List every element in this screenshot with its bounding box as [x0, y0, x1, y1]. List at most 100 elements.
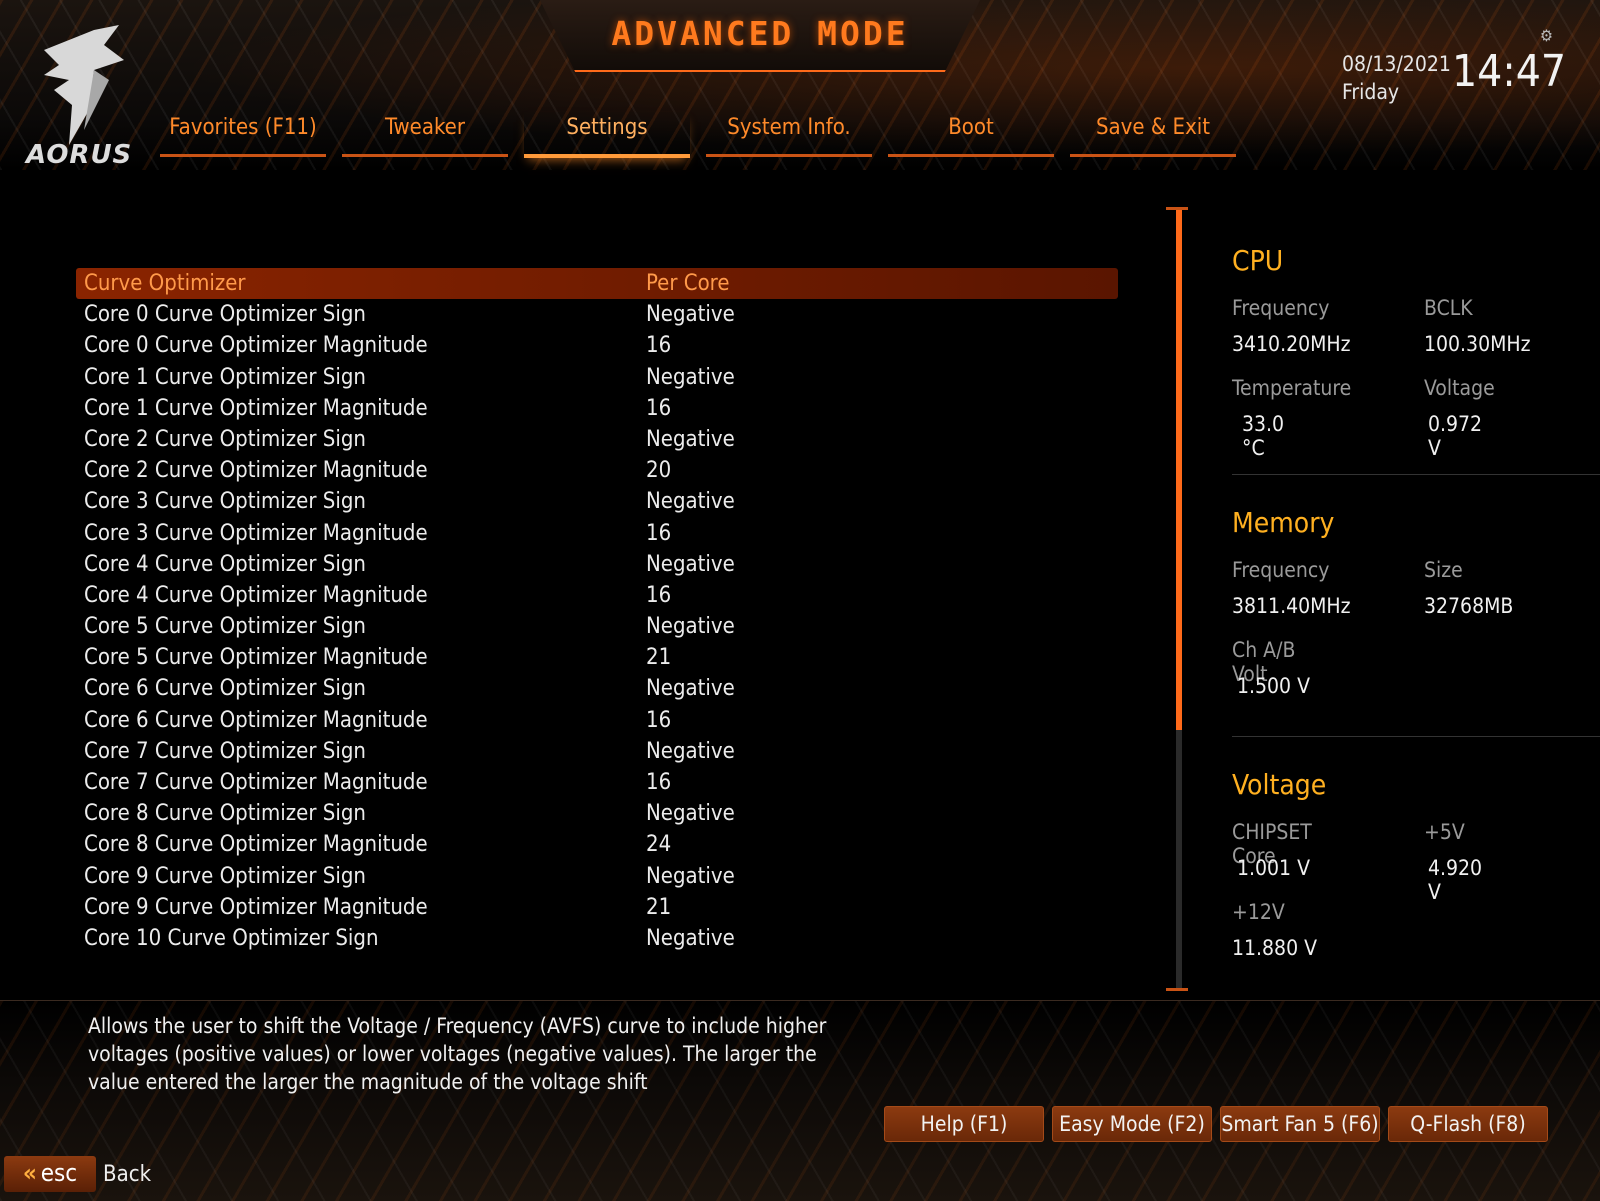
setting-label: Core 3 Curve Optimizer Sign: [84, 489, 366, 515]
setting-value[interactable]: Negative: [646, 923, 735, 954]
date-text: 08/13/2021: [1342, 52, 1451, 76]
setting-label: Core 1 Curve Optimizer Magnitude: [84, 395, 428, 421]
setting-label: Core 5 Curve Optimizer Sign: [84, 614, 366, 640]
cpu-title: CPU: [1232, 244, 1284, 277]
tab-tweaker[interactable]: Tweaker: [342, 112, 508, 157]
easy-mode-button[interactable]: Easy Mode (F2): [1052, 1106, 1212, 1142]
memory-frequency-value: 3811.40MHz: [1232, 594, 1351, 618]
memory-size-value: 32768MB: [1424, 594, 1514, 618]
voltage-section: Voltage CHIPSET Core 1.001 V +5V 4.920 V…: [1232, 768, 1482, 960]
setting-value[interactable]: Negative: [646, 362, 735, 393]
setting-value[interactable]: 16: [646, 518, 671, 549]
brand-logo-text: AORUS: [26, 140, 133, 170]
setting-value[interactable]: 16: [646, 580, 671, 611]
voltage-title: Voltage: [1232, 768, 1327, 801]
setting-label: Core 8 Curve Optimizer Magnitude: [84, 832, 428, 858]
cpu-voltage-value: 0.972 V: [1428, 412, 1483, 460]
p12v-value: 11.880 V: [1232, 936, 1318, 960]
setting-label: Core 4 Curve Optimizer Sign: [84, 551, 366, 577]
setting-value[interactable]: Negative: [646, 673, 735, 704]
setting-value[interactable]: Negative: [646, 736, 735, 767]
weekday-text: Friday: [1342, 80, 1400, 104]
setting-value[interactable]: Per Core: [646, 268, 730, 299]
mode-title: ADVANCED MODE: [611, 14, 909, 53]
memory-size-label: Size: [1424, 558, 1463, 582]
scrollbar[interactable]: [1176, 210, 1182, 988]
cpu-voltage-label: Voltage: [1424, 376, 1495, 400]
memory-frequency-label: Frequency: [1232, 558, 1330, 582]
help-button[interactable]: Help (F1): [884, 1106, 1044, 1142]
chipset-core-value: 1.001 V: [1237, 856, 1310, 880]
setting-row[interactable]: Core 4 Curve Optimizer Magnitude 16: [76, 580, 1118, 611]
cpu-bclk-value: 100.30MHz: [1424, 332, 1531, 356]
setting-row[interactable]: Core 8 Curve Optimizer Magnitude 24: [76, 829, 1118, 860]
tab-boot[interactable]: Boot: [888, 112, 1054, 157]
setting-value[interactable]: 16: [646, 705, 671, 736]
tab-settings[interactable]: Settings: [524, 112, 690, 158]
esc-back-button[interactable]: «esc: [4, 1156, 96, 1192]
q-flash-button[interactable]: Q-Flash (F8): [1388, 1106, 1548, 1142]
setting-value[interactable]: Negative: [646, 611, 735, 642]
cpu-frequency-label: Frequency: [1232, 296, 1330, 320]
setting-row[interactable]: Core 5 Curve Optimizer Magnitude 21: [76, 642, 1118, 673]
setting-row[interactable]: Core 2 Curve Optimizer Magnitude 20: [76, 455, 1118, 486]
date-display: 08/13/2021 Friday: [1342, 50, 1451, 106]
setting-row[interactable]: Core 5 Curve Optimizer Sign Negative: [76, 611, 1118, 642]
setting-row[interactable]: Core 3 Curve Optimizer Magnitude 16: [76, 518, 1118, 549]
setting-label: Core 0 Curve Optimizer Sign: [84, 302, 366, 328]
setting-row[interactable]: Core 10 Curve Optimizer Sign Negative: [76, 923, 1118, 954]
setting-label: Core 6 Curve Optimizer Magnitude: [84, 707, 428, 733]
setting-value[interactable]: 16: [646, 393, 671, 424]
setting-row[interactable]: Core 8 Curve Optimizer Sign Negative: [76, 798, 1118, 829]
scrollbar-thumb[interactable]: [1176, 210, 1182, 730]
double-chevron-left-icon: «: [22, 1159, 37, 1187]
tab-save-exit[interactable]: Save & Exit: [1070, 112, 1236, 157]
cpu-frequency-value: 3410.20MHz: [1232, 332, 1351, 356]
setting-value[interactable]: Negative: [646, 424, 735, 455]
setting-value[interactable]: 20: [646, 455, 671, 486]
gear-icon[interactable]: ⚙: [1540, 26, 1553, 45]
sidebar-divider: [1232, 474, 1600, 475]
setting-row[interactable]: Core 0 Curve Optimizer Sign Negative: [76, 299, 1118, 330]
setting-value[interactable]: Negative: [646, 486, 735, 517]
setting-value[interactable]: 24: [646, 829, 671, 860]
selected-setting-row[interactable]: Curve Optimizer Per Core: [76, 268, 1118, 300]
setting-row[interactable]: Core 6 Curve Optimizer Sign Negative: [76, 673, 1118, 704]
tab-system-info[interactable]: System Info.: [706, 112, 872, 157]
cpu-bclk-label: BCLK: [1424, 296, 1473, 320]
smart-fan-button[interactable]: Smart Fan 5 (F6): [1220, 1106, 1380, 1142]
setting-row[interactable]: Core 7 Curve Optimizer Sign Negative: [76, 736, 1118, 767]
setting-row[interactable]: Core 2 Curve Optimizer Sign Negative: [76, 424, 1118, 455]
setting-row[interactable]: Core 0 Curve Optimizer Magnitude 16: [76, 330, 1118, 361]
cpu-section: CPU Frequency 3410.20MHz BCLK 100.30MHz …: [1232, 244, 1531, 460]
setting-value[interactable]: 21: [646, 642, 671, 673]
setting-value[interactable]: Negative: [646, 549, 735, 580]
p5v-label: +5V: [1424, 820, 1465, 844]
setting-label: Core 1 Curve Optimizer Sign: [84, 364, 366, 390]
setting-label: Curve Optimizer: [84, 271, 246, 296]
help-description: Allows the user to shift the Voltage / F…: [88, 1014, 827, 1094]
setting-row[interactable]: Core 9 Curve Optimizer Magnitude 21: [76, 892, 1118, 923]
p12v-label: +12V: [1232, 900, 1285, 924]
setting-label: Core 8 Curve Optimizer Sign: [84, 801, 366, 827]
setting-value[interactable]: Negative: [646, 798, 735, 829]
setting-row[interactable]: Core 9 Curve Optimizer Sign Negative: [76, 861, 1118, 892]
setting-row[interactable]: Core 6 Curve Optimizer Magnitude 16: [76, 705, 1118, 736]
setting-row[interactable]: Core 1 Curve Optimizer Magnitude 16: [76, 393, 1118, 424]
setting-row[interactable]: Core 7 Curve Optimizer Magnitude 16: [76, 767, 1118, 798]
setting-row[interactable]: Core 1 Curve Optimizer Sign Negative: [76, 362, 1118, 393]
setting-value[interactable]: 16: [646, 330, 671, 361]
tab-favorites[interactable]: Favorites (F11): [160, 112, 326, 157]
setting-label: Core 6 Curve Optimizer Sign: [84, 676, 366, 702]
setting-value[interactable]: Negative: [646, 299, 735, 330]
setting-row[interactable]: Core 3 Curve Optimizer Sign Negative: [76, 486, 1118, 517]
sidebar-divider: [1232, 736, 1600, 737]
setting-row[interactable]: Core 4 Curve Optimizer Sign Negative: [76, 549, 1118, 580]
setting-value[interactable]: 21: [646, 892, 671, 923]
setting-label: Core 9 Curve Optimizer Magnitude: [84, 894, 428, 920]
p5v-value: 4.920 V: [1428, 856, 1483, 904]
setting-value[interactable]: Negative: [646, 861, 735, 892]
setting-value[interactable]: 16: [646, 767, 671, 798]
setting-label: Core 10 Curve Optimizer Sign: [84, 925, 379, 951]
cpu-temperature-value: 33.0 °C: [1242, 412, 1285, 460]
